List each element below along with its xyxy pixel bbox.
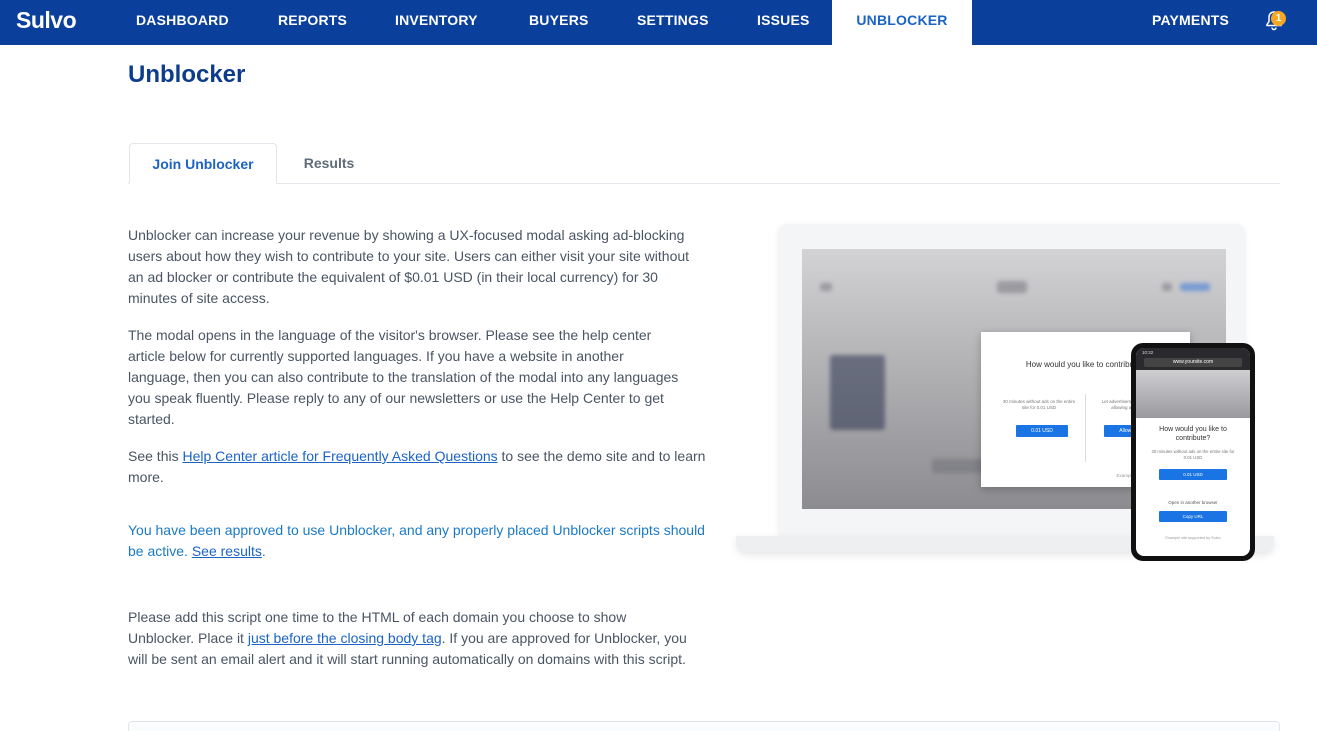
nav-settings[interactable]: SETTINGS: [637, 0, 709, 45]
sulvo-logo[interactable]: Sulvo: [16, 7, 77, 34]
script-instructions: Please add this script one time to the H…: [128, 607, 693, 670]
nav-reports[interactable]: REPORTS: [278, 0, 347, 45]
phone-status-time: 10:32: [1142, 350, 1154, 355]
phone-url: www.yoursite.com: [1144, 358, 1242, 367]
approval-message: You have been approved to use Unblocker,…: [128, 520, 708, 562]
phone-open-browser: Open in another browser: [1168, 500, 1218, 505]
phone-screen: 10:32 www.yoursite.com How would you lik…: [1136, 348, 1250, 556]
phone-browser-bar: 10:32 www.yoursite.com: [1136, 348, 1250, 370]
phone-copy-url-button: Copy URL: [1159, 511, 1227, 522]
phone-modal-title: How would you like to contribute?: [1159, 426, 1227, 442]
phone-frame: 10:32 www.yoursite.com How would you lik…: [1131, 343, 1255, 561]
script-code-box[interactable]: [128, 721, 1280, 731]
intro-paragraph: Unblocker can increase your revenue by s…: [128, 227, 690, 306]
faq-paragraph: See this Help Center article for Frequen…: [128, 446, 708, 488]
phone-pay-button: 0.01 USD: [1159, 469, 1227, 480]
top-navigation: Sulvo DASHBOARD REPORTS INVENTORY BUYERS…: [0, 0, 1317, 45]
tab-join-unblocker[interactable]: Join Unblocker: [129, 143, 277, 184]
tab-results[interactable]: Results: [280, 143, 378, 184]
closing-body-tag-link[interactable]: just before the closing body tag: [248, 630, 442, 646]
language-paragraph: The modal opens in the language of the v…: [128, 327, 679, 427]
nav-inventory[interactable]: INVENTORY: [395, 0, 478, 45]
notification-badge: 1: [1271, 11, 1286, 26]
page-title: Unblocker: [128, 61, 246, 88]
phone-footer: Example site supported by Sulvo: [1165, 536, 1221, 540]
phone-page-content: [1136, 370, 1250, 418]
faq-text-before: See this: [128, 448, 183, 464]
nav-dashboard[interactable]: DASHBOARD: [136, 0, 229, 45]
modal-pay-button: 0.01 USD: [1016, 425, 1068, 437]
nav-payments[interactable]: PAYMENTS: [1152, 0, 1229, 45]
nav-buyers[interactable]: BUYERS: [529, 0, 589, 45]
help-center-link[interactable]: Help Center article for Frequently Asked…: [182, 448, 497, 464]
modal-left-option: 30 minutes without ads on the entire sit…: [1002, 399, 1076, 410]
phone-modal-option: 30 minutes without ads on the entire sit…: [1151, 449, 1235, 460]
nav-issues[interactable]: ISSUES: [757, 0, 810, 45]
modal-divider: [1085, 394, 1086, 462]
unblocker-illustration: How would you like to contribute? 30 min…: [730, 220, 1275, 565]
see-results-link[interactable]: See results: [192, 543, 262, 559]
approval-period: .: [261, 543, 266, 559]
nav-unblocker[interactable]: UNBLOCKER: [832, 0, 972, 45]
